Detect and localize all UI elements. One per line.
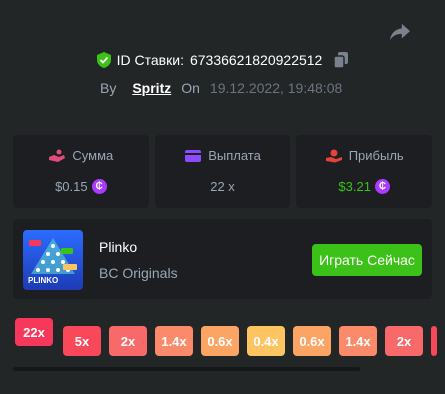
- play-now-button[interactable]: Играть Сейчас: [312, 244, 422, 276]
- share-icon[interactable]: [389, 22, 411, 42]
- game-card: PLINKO Plinko BC Originals Играть Сейчас: [13, 219, 432, 299]
- plinko-thumb-text: PLINKO: [28, 276, 59, 285]
- profit-hand-icon: [325, 149, 342, 162]
- stat-amount: Сумма $0.15 ₵: [13, 135, 149, 208]
- coin-icon: ₵: [91, 179, 107, 194]
- game-name: Plinko: [99, 239, 138, 255]
- multiplier-row: 22x 5x 2x 1.4x 0.6x 0.4x 0.6x 1.4x 2x: [15, 318, 445, 358]
- bet-author-row: By Spritz On 19.12.2022, 19:48:08: [100, 80, 342, 96]
- multiplier-chip: 0.6x: [293, 326, 331, 356]
- game-provider: BC Originals: [99, 265, 178, 281]
- bet-id-row: ID Ставки: 67336621820922512: [0, 52, 445, 68]
- stat-amount-value-row: $0.15 ₵: [55, 179, 107, 194]
- bet-id-value: 67336621820922512: [189, 52, 323, 68]
- plinko-thumbnail[interactable]: PLINKO: [23, 230, 83, 290]
- multiplier-chip: 1.4x: [155, 326, 193, 356]
- multiplier-chip: 2x: [385, 326, 423, 356]
- multiplier-chip: 0.4x: [247, 326, 285, 356]
- stat-amount-value: $0.15: [55, 179, 88, 194]
- coin-icon: ₵: [374, 179, 390, 194]
- bet-id-label: ID Ставки:: [116, 52, 184, 68]
- stat-payout-value-row: 22 x: [210, 179, 235, 194]
- multiplier-chip: 0.6x: [201, 326, 239, 356]
- by-label: By: [100, 80, 117, 96]
- shield-check-icon: [96, 52, 111, 68]
- stat-profit-label: Прибыль: [348, 148, 404, 163]
- username-link[interactable]: Spritz: [132, 80, 171, 96]
- on-label: On: [181, 80, 200, 96]
- stat-profit-value: $3.21: [338, 179, 371, 194]
- multiplier-chip: 1.4x: [339, 326, 377, 356]
- wallet-icon: [185, 149, 202, 162]
- multiplier-chip: 22x: [15, 318, 53, 346]
- multiplier-chip-partial: [431, 326, 437, 356]
- bet-datetime: 19.12.2022, 19:48:08: [209, 80, 343, 96]
- multiplier-chip: 2x: [109, 326, 147, 356]
- stat-profit: Прибыль $3.21 ₵: [296, 135, 433, 208]
- horizontal-scrollbar[interactable]: [13, 367, 360, 371]
- hand-coin-icon: [49, 149, 66, 162]
- multiplier-chip: 5x: [63, 326, 101, 356]
- stat-profit-value-row: $3.21 ₵: [338, 179, 390, 194]
- bet-stats: Сумма $0.15 ₵ Выплата 22 x Прибыль $3.21…: [13, 135, 433, 208]
- stat-amount-label: Сумма: [72, 148, 114, 163]
- copy-icon[interactable]: [334, 52, 349, 68]
- stat-payout-value: 22 x: [210, 179, 235, 194]
- stat-payout-label: Выплата: [208, 148, 261, 163]
- stat-payout: Выплата 22 x: [154, 135, 291, 208]
